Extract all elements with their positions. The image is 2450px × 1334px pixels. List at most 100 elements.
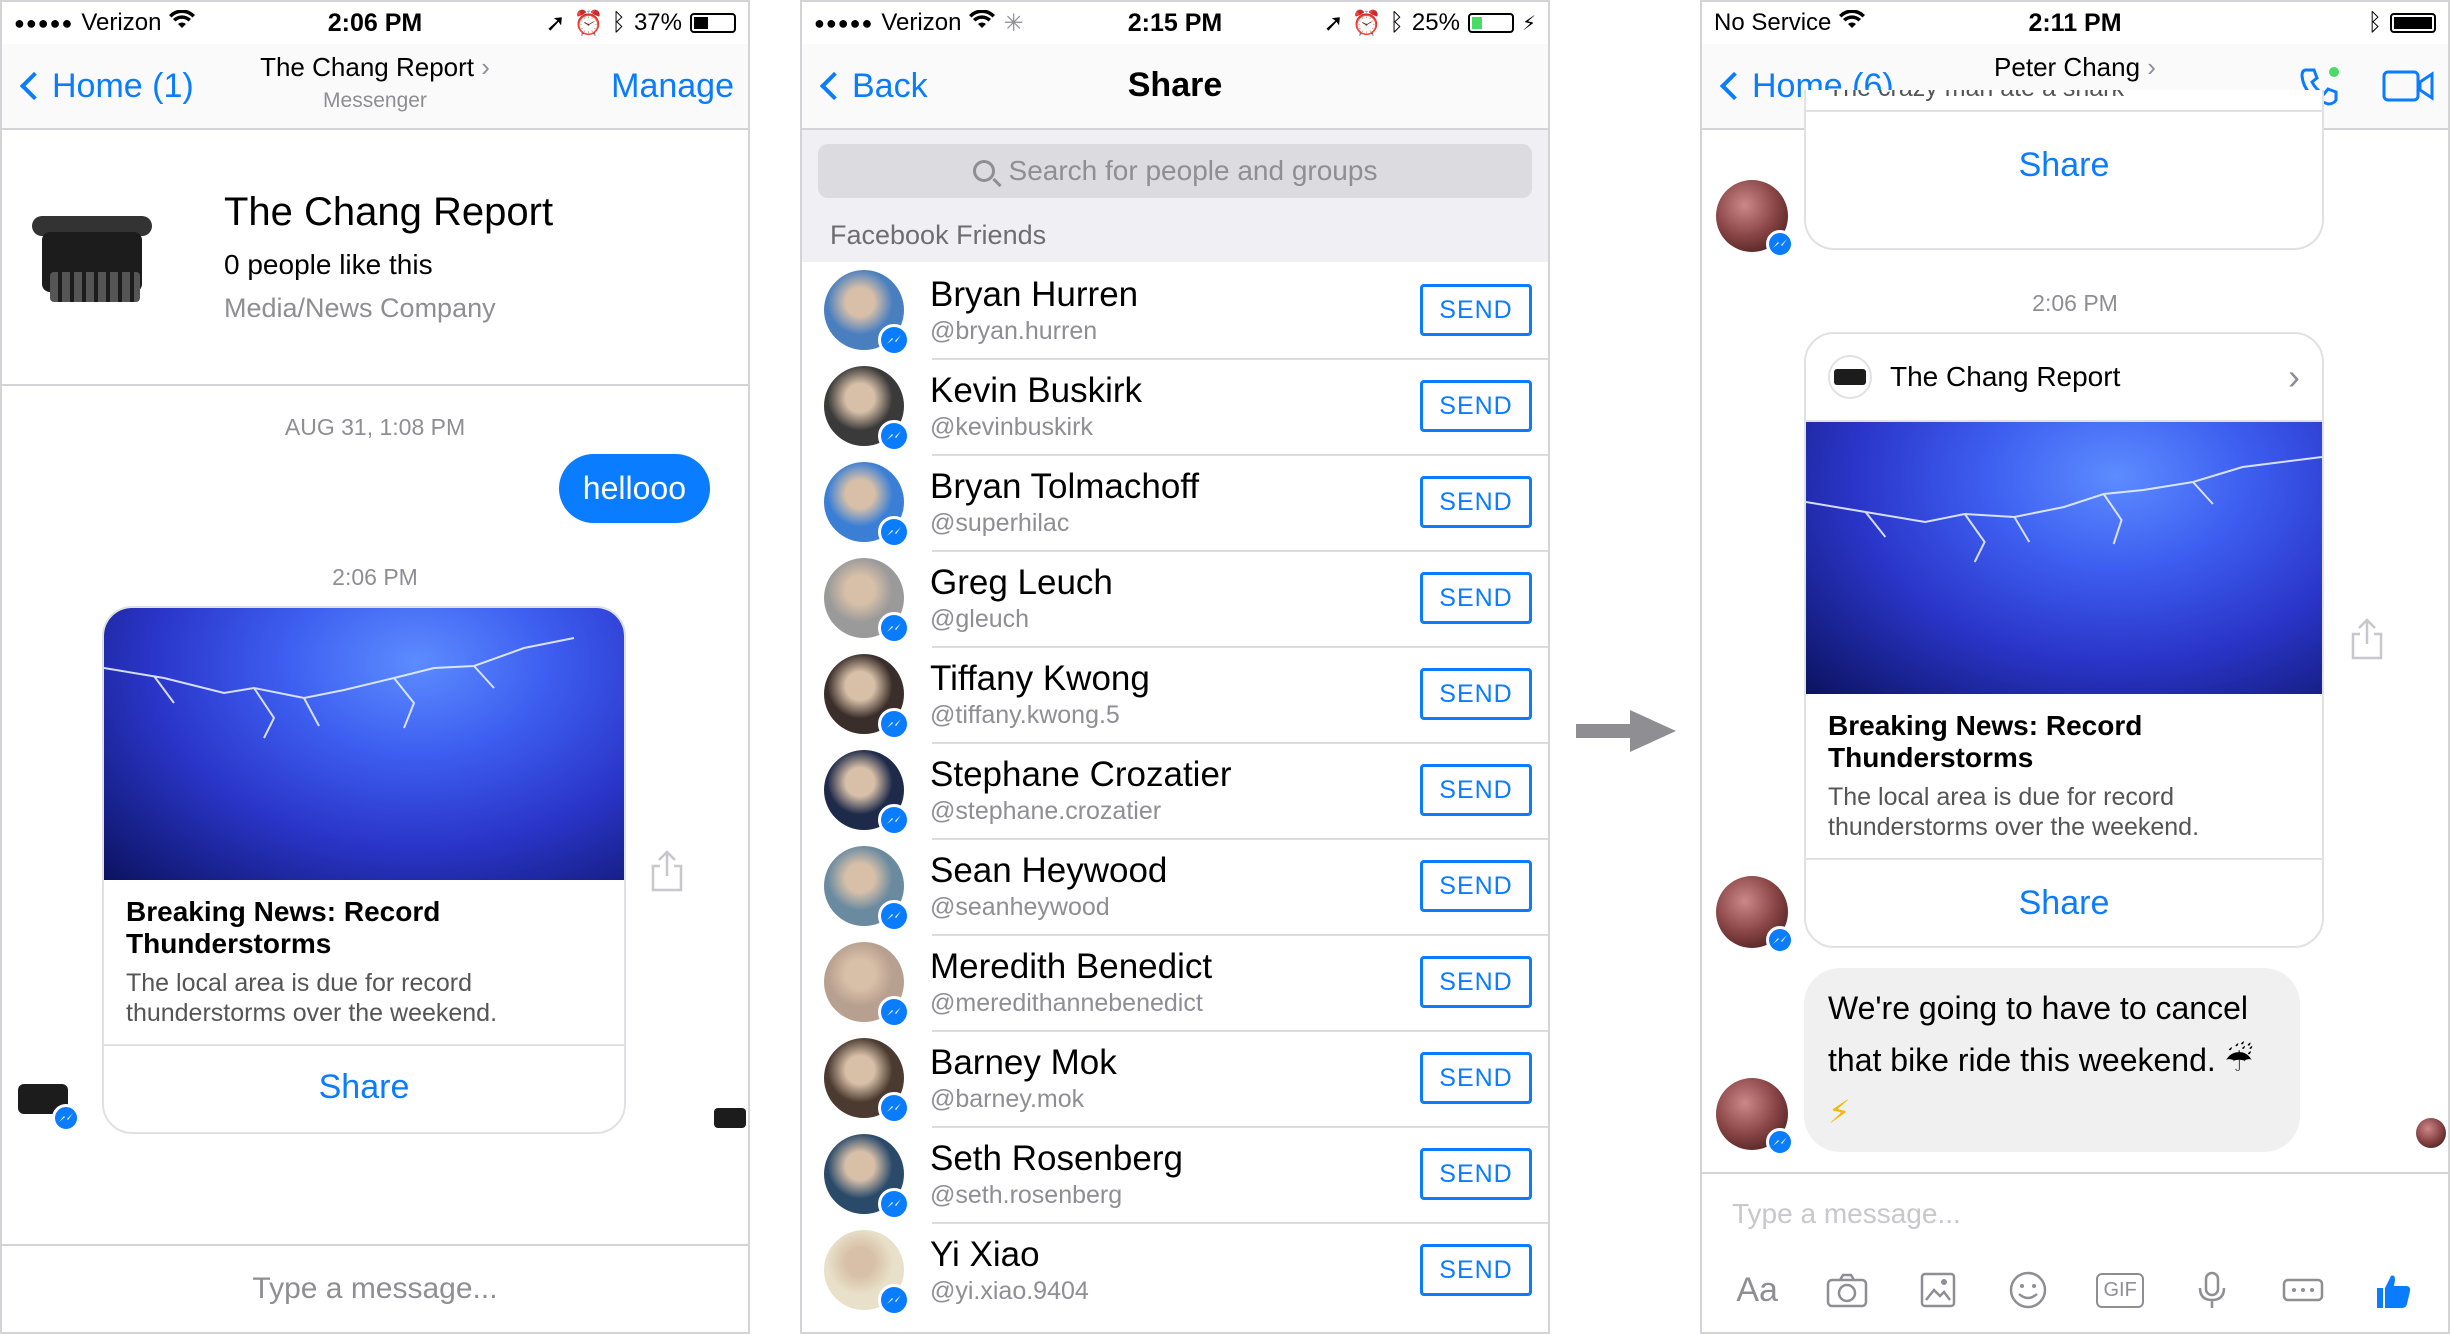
friend-avatar [824,462,910,548]
messenger-badge-icon [878,324,910,356]
search-icon [972,160,995,182]
previous-card[interactable]: The crazy man ate a shark Share [1804,90,2324,250]
photo-icon[interactable] [1916,1270,1960,1310]
text-format-icon[interactable]: Aa [1735,1270,1779,1310]
typewriter-logo [32,202,152,312]
card-share-button[interactable]: Share [104,1046,624,1107]
send-button[interactable]: SEND [1420,956,1532,1008]
news-card[interactable]: The Chang Report › Breaking News: Record… [1804,332,2324,948]
gif-icon[interactable]: GIF [2096,1270,2144,1310]
camera-icon[interactable] [1825,1270,1869,1310]
share-icon[interactable] [2350,618,2384,660]
nav-bar: Home (1) The Chang Report › Messenger Ma… [2,44,748,130]
friend-name: Tiffany Kwong [930,658,1150,698]
friend-handle: @superhilac [930,508,1070,537]
search-placeholder: Search for people and groups [1008,155,1378,186]
friend-avatar [824,654,910,740]
send-button[interactable]: SEND [1420,668,1532,720]
send-button[interactable]: SEND [1420,860,1532,912]
friend-name: Greg Leuch [930,562,1113,602]
friend-row[interactable]: Seth Rosenberg @seth.rosenberg SEND [802,1126,1548,1222]
search-input[interactable]: Search for people and groups [818,144,1532,198]
page-avatar [18,1076,80,1132]
card-share-button[interactable]: Share [1806,860,2322,923]
friend-row[interactable]: Bryan Tolmachoff @superhilac SEND [802,454,1548,550]
lightning-image [104,608,624,880]
received-message-bubble[interactable]: We're going to have to cancel that bike … [1804,968,2300,1152]
messenger-badge-icon [878,708,910,740]
microphone-icon[interactable] [2190,1270,2234,1310]
chevron-left-icon [1719,71,1749,101]
page-header[interactable]: The Chang Report 0 people like this Medi… [2,130,748,386]
friend-name: Stephane Crozatier [930,754,1232,794]
friend-row[interactable]: Kevin Buskirk @kevinbuskirk SEND [802,358,1548,454]
send-button[interactable]: SEND [1420,572,1532,624]
friend-name: Barney Mok [930,1042,1117,1082]
send-button[interactable]: SEND [1420,284,1532,336]
thumbs-up-icon[interactable] [2371,1270,2415,1310]
wifi-icon [169,9,196,37]
card-share-button[interactable]: Share [1806,112,2322,185]
friend-handle: @seanheywood [930,892,1110,921]
location-icon: ➚ [545,9,566,37]
back-button[interactable]: Back [816,67,928,106]
friend-avatar [824,1134,910,1220]
friend-row[interactable]: Barney Mok @barney.mok SEND [802,1030,1548,1126]
source-avatar [1828,355,1872,399]
send-button[interactable]: SEND [1420,764,1532,816]
manage-button[interactable]: Manage [611,67,734,106]
bluetooth-icon: ᛒ [1389,9,1404,36]
carrier-label: Verizon [81,9,162,36]
send-button[interactable]: SEND [1420,1244,1532,1296]
back-button[interactable]: Home (1) [16,67,194,106]
chevron-right-icon: › [2288,356,2300,397]
friend-handle: @meredithannebenedict [930,988,1203,1017]
card-source-header[interactable]: The Chang Report › [1806,334,2322,422]
signal-dots-icon: ●●●●● [14,12,74,33]
friend-name: Bryan Hurren [930,274,1139,314]
news-card[interactable]: Breaking News: Record Thunderstorms The … [102,606,626,1134]
messenger-badge-icon [878,612,910,644]
friend-row[interactable]: Meredith Benedict @meredithannebenedict SE… [802,934,1548,1030]
messenger-badge-icon [878,516,910,548]
read-receipt-icon [714,1108,746,1128]
battery-icon [1467,13,1514,33]
friend-row[interactable]: Yi Xiao @yi.xiao.9404 SEND [802,1222,1548,1318]
battery-icon [2390,13,2436,33]
nav-bar: Back Share [802,44,1548,130]
sent-message-bubble[interactable]: hellooo [558,454,710,523]
friend-row[interactable]: Bryan Hurren @bryan.hurren SEND [802,262,1548,358]
messenger-badge-icon [878,1092,910,1124]
message-text: We're going to have to cancel that bike … [1828,990,2254,1078]
friend-name: Yi Xiao [930,1234,1040,1274]
section-header: Facebook Friends [802,212,1548,262]
timestamp: AUG 31, 1:08 PM [284,414,466,440]
friend-row[interactable]: Tiffany Kwong @tiffany.kwong.5 SEND [802,646,1548,742]
battery-percent: 37% [633,9,682,36]
card-description: The local area is due for record thunder… [1828,783,2200,841]
friend-row[interactable]: Stephane Crozatier @stephane.crozatier SEN… [802,742,1548,838]
video-call-icon[interactable] [2382,68,2434,104]
share-icon[interactable] [650,850,684,892]
previous-card-text: The crazy man ate a shark [1806,90,2322,112]
friend-avatar [824,846,910,932]
send-button[interactable]: SEND [1420,1052,1532,1104]
friend-handle: @tiffany.kwong.5 [930,700,1120,729]
back-label: Home (1) [52,66,194,105]
friend-name: Sean Heywood [930,850,1168,890]
messenger-badge-icon [878,420,910,452]
messenger-badge-icon [878,1188,910,1220]
friend-list: Bryan Hurren @bryan.hurren SEND Kevin Buski… [802,262,1548,1318]
battery-percent: 25% [1411,9,1460,36]
friend-row[interactable]: Sean Heywood @seanheywood SEND [802,838,1548,934]
emoji-icon[interactable] [2006,1270,2050,1310]
friend-row[interactable]: Greg Leuch @gleuch SEND [802,550,1548,646]
send-button[interactable]: SEND [1420,380,1532,432]
more-options-icon[interactable] [2281,1270,2325,1310]
send-button[interactable]: SEND [1420,1148,1532,1200]
message-input[interactable]: Type a message... [1702,1172,2448,1248]
send-button[interactable]: SEND [1420,476,1532,528]
message-composer[interactable]: Type a message... [2,1244,748,1332]
wifi-icon [1839,9,1866,37]
friend-name: Bryan Tolmachoff [930,466,1200,506]
